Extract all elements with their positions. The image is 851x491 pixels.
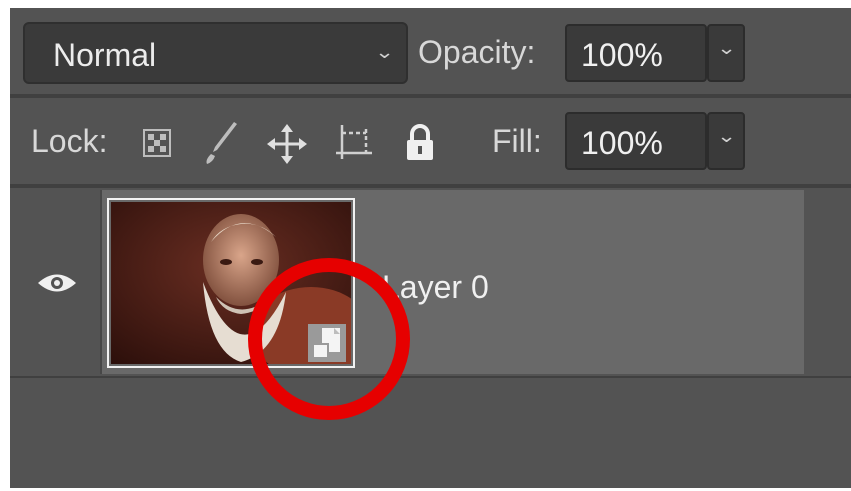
opacity-field[interactable]: 100%: [565, 24, 707, 82]
lock-all-icon[interactable]: [403, 122, 437, 162]
blend-mode-dropdown[interactable]: Normal ⌄: [23, 22, 408, 84]
chevron-down-icon: ⌄: [716, 126, 737, 146]
lock-position-icon[interactable]: [265, 122, 309, 166]
lock-label: Lock:: [31, 123, 108, 159]
fill-field[interactable]: 100%: [565, 112, 707, 170]
lock-image-pixels-icon[interactable]: [203, 120, 243, 166]
divider: [10, 376, 851, 378]
chevron-down-icon: ⌄: [374, 42, 395, 62]
divider: [10, 94, 851, 98]
chevron-down-icon: ⌄: [716, 38, 737, 58]
fill-value: 100%: [581, 125, 663, 161]
annotation-circle: [248, 258, 410, 420]
opacity-dropdown-button[interactable]: ⌄: [707, 24, 745, 82]
fill-dropdown-button[interactable]: ⌄: [707, 112, 745, 170]
fill-label: Fill:: [492, 123, 542, 159]
eye-icon[interactable]: [36, 272, 78, 294]
lock-artboard-icon[interactable]: [332, 123, 376, 165]
opacity-value: 100%: [581, 37, 663, 73]
opacity-label: Opacity:: [418, 34, 536, 70]
blend-mode-value: Normal: [53, 37, 157, 73]
divider: [10, 184, 851, 188]
lock-transparent-pixels-icon[interactable]: [140, 126, 174, 160]
layers-panel: Normal ⌄ Opacity: 100% ⌄ Lock: Fill: 100…: [10, 8, 851, 488]
